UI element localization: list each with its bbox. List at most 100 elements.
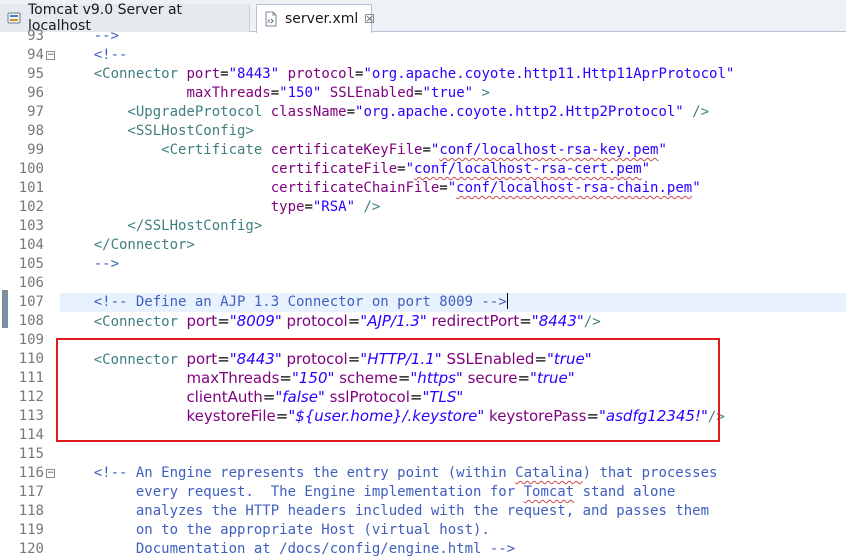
line-number: 116 — [18, 465, 44, 481]
code-token: " — [405, 161, 415, 177]
code-token: port — [186, 66, 221, 82]
code-token: Documentation at /docs/config/engine.htm… — [60, 541, 516, 557]
code-token: > — [473, 85, 490, 101]
code-line[interactable]: maxThreads="150" SSLEnabled="true" > — [60, 84, 490, 103]
code-token: type — [270, 199, 305, 215]
code-token: every request. The Engine implementation… — [60, 484, 524, 500]
line-number: 108 — [18, 313, 44, 329]
code-token: <!-- An Engine represents the entry poin… — [60, 465, 516, 481]
line-number: 97 — [27, 104, 44, 120]
code-line[interactable]: certificateFile="conf/localhost-rsa-cert… — [60, 160, 650, 179]
line-number: 103 — [18, 218, 44, 234]
line-number: 110 — [18, 351, 44, 367]
code-line[interactable]: certificateChainFile="conf/localhost-rsa… — [60, 179, 701, 198]
fold-toggle-icon[interactable]: − — [46, 51, 55, 60]
code-token: "150" — [279, 85, 322, 101]
code-line[interactable]: <UpgradeProtocol className="org.apache.c… — [60, 103, 709, 122]
line-number: 100 — [18, 161, 44, 177]
close-tab-icon[interactable]: ☒ — [364, 12, 375, 26]
line-number: 115 — [18, 446, 44, 462]
code-token: maxThreads — [186, 85, 271, 101]
code-token: "8009" — [229, 312, 282, 330]
code-line[interactable]: <Connector port="8009" protocol="AJP/1.3… — [60, 312, 601, 331]
change-marker — [2, 290, 8, 328]
code-line[interactable]: every request. The Engine implementation… — [60, 483, 675, 502]
code-token: " — [447, 180, 457, 196]
code-token: = — [397, 161, 406, 177]
line-number: 117 — [18, 484, 44, 500]
code-token: = — [304, 199, 313, 215]
code-token: </Connector> — [60, 237, 195, 253]
code-token: "org.apache.coyote.http2.Http2Protocol" — [355, 104, 684, 120]
line-number: 112 — [18, 389, 44, 405]
code-token: = — [519, 312, 532, 330]
code-line[interactable]: <Connector port="8443" protocol="org.apa… — [60, 65, 735, 84]
line-number: 107 — [18, 294, 44, 310]
code-line[interactable]: <SSLHostConfig> — [60, 122, 253, 141]
xml-source-editor[interactable]: --> <!-- <Connector port="8443" protocol… — [60, 32, 846, 558]
line-number-gutter: 93 94−95 96 97 98 99 100 101 102 103 104 105 106 107 1… — [10, 28, 58, 558]
code-line[interactable]: <!-- An Engine represents the entry poin… — [60, 464, 718, 483]
annotation-highlight-box — [56, 338, 720, 442]
code-token: " — [641, 161, 651, 177]
code-line[interactable]: <!-- — [60, 46, 128, 65]
line-number: 98 — [27, 123, 44, 139]
code-token: SSLEnabled — [329, 85, 415, 101]
code-token: conf/localhost-rsa-cert.pem — [414, 161, 642, 177]
code-token: = — [414, 85, 423, 101]
code-token: <!-- — [60, 47, 128, 63]
code-token: "8443" — [531, 312, 584, 330]
code-line[interactable]: on to the appropriate Host (virtual host… — [60, 521, 490, 540]
fold-toggle-icon[interactable]: − — [46, 469, 55, 478]
overview-ruler — [0, 32, 10, 558]
code-token: port — [186, 312, 218, 330]
code-token: = — [347, 312, 361, 330]
code-line[interactable]: --> — [60, 32, 119, 46]
code-line[interactable]: <Certificate certificateKeyFile= "conf/lo… — [60, 141, 667, 160]
code-line[interactable]: </SSLHostConfig> — [60, 217, 262, 236]
code-line[interactable]: analyzes the HTTP headers included with … — [60, 502, 709, 521]
code-token: " — [692, 180, 701, 196]
code-token: /> — [583, 314, 601, 330]
svg-text:x: x — [267, 18, 271, 25]
code-token: "org.apache.coyote.http11.Http11AprProto… — [363, 66, 735, 82]
line-number: 102 — [18, 199, 44, 215]
line-number: 106 — [18, 275, 44, 291]
code-token: className — [270, 104, 347, 120]
code-token: </SSLHostConfig> — [60, 218, 263, 234]
code-token: conf/localhost-rsa-chain.pem — [456, 180, 693, 196]
code-token: = — [217, 312, 230, 330]
code-line[interactable]: --> — [60, 255, 119, 274]
code-line[interactable]: <!-- Define an AJP 1.3 Connector on port… — [60, 293, 508, 312]
line-number: 105 — [18, 256, 44, 272]
line-number: 99 — [27, 142, 44, 158]
code-token: /> — [683, 104, 710, 120]
code-line[interactable]: </Connector> — [60, 236, 195, 255]
text-cursor — [506, 293, 508, 309]
tab-label: Tomcat v9.0 Server at localhost — [28, 2, 183, 34]
code-token: <Certificate — [60, 142, 271, 158]
code-token: --> — [60, 256, 120, 272]
code-token: = — [439, 180, 448, 196]
tab-label: server.xml — [285, 11, 359, 27]
code-token: certificateKeyFile — [270, 142, 423, 158]
code-token: /> — [355, 199, 381, 215]
xml-file-icon: x — [263, 11, 279, 27]
code-token: = — [220, 66, 229, 82]
line-number: 94 — [27, 47, 44, 63]
code-token: analyzes the HTTP headers included with … — [60, 503, 710, 519]
code-token: protocol — [286, 312, 348, 330]
code-token: = — [346, 104, 356, 120]
code-line[interactable]: Documentation at /docs/config/engine.htm… — [60, 540, 515, 558]
code-token: on to the appropriate Host (virtual host… — [60, 522, 490, 538]
code-token: "8443" — [228, 66, 280, 82]
line-number: 109 — [18, 332, 44, 348]
code-line[interactable]: type="RSA" /> — [60, 198, 381, 217]
tab-server-xml[interactable]: x server.xml ☒ — [256, 4, 375, 33]
server-icon — [6, 10, 22, 26]
code-token: "RSA" — [312, 199, 356, 215]
